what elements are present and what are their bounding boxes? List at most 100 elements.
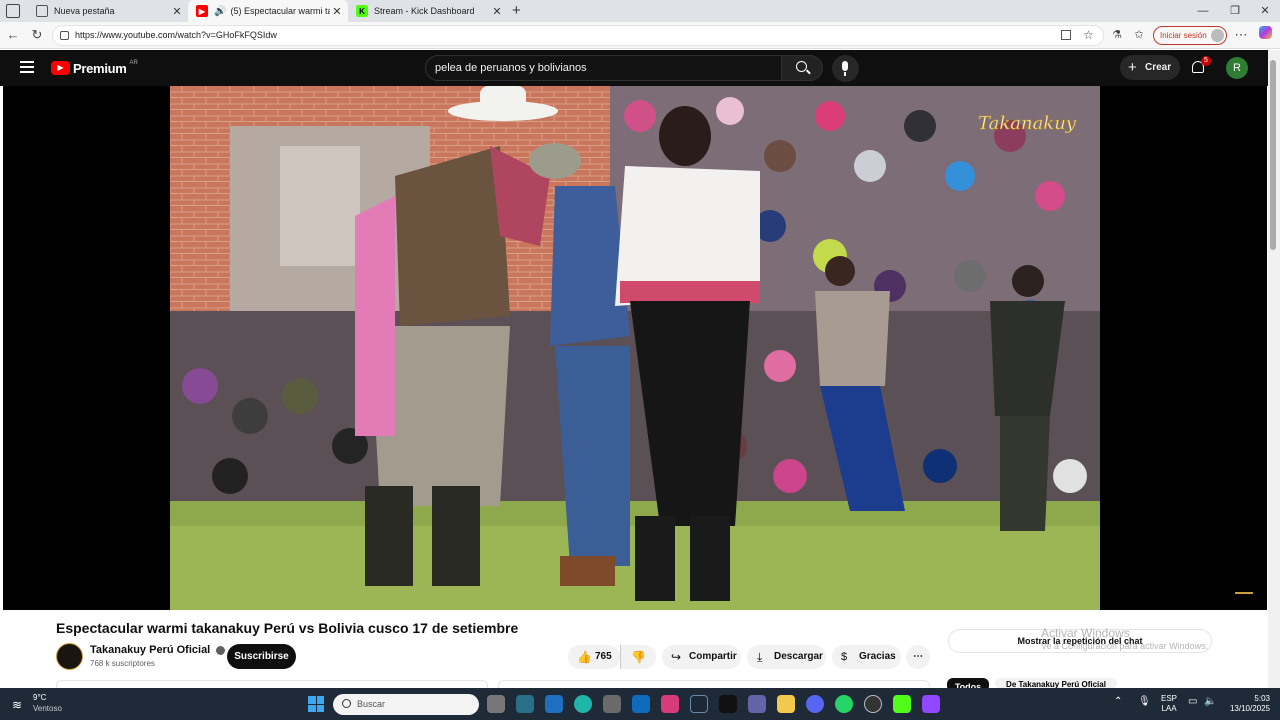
video-frame[interactable]: Takanakuy — [170, 86, 1100, 610]
download-label: Descargar — [774, 651, 823, 662]
page-icon — [36, 5, 48, 17]
notifications-button[interactable]: 5 — [1190, 56, 1211, 77]
back-button[interactable]: ← — [4, 26, 22, 44]
youtube-play-icon: ▶ — [51, 61, 70, 75]
tab-actions-icon[interactable] — [6, 4, 20, 18]
extensions-icon[interactable]: ⚗ — [1108, 26, 1126, 44]
channel-avatar[interactable] — [56, 643, 83, 670]
chip-channel-label: De Takanakuy Perú Oficial — [1006, 680, 1106, 688]
tab-new-tab[interactable]: Nueva pestaña ✕ — [28, 0, 188, 22]
clock-time: 5:03 — [1254, 694, 1270, 703]
page-scrollbar[interactable] — [1268, 50, 1280, 688]
signin-button[interactable]: Iniciar sesión — [1153, 26, 1227, 45]
tab-title: Stream - Kick Dashboard — [374, 6, 475, 16]
taskbar-search[interactable]: Buscar — [333, 694, 479, 715]
minimize-button[interactable]: — — [1186, 0, 1220, 22]
store-icon[interactable] — [603, 695, 621, 713]
like-button[interactable]: 👍 765 — [568, 645, 620, 669]
tab-youtube[interactable]: ▶ 🔊 (5) Espectacular warmi takanakuy Per… — [188, 0, 348, 22]
terminal-icon[interactable] — [516, 695, 534, 713]
url-field[interactable]: https://www.youtube.com/watch?v=GHoFkFQS… — [52, 25, 1104, 46]
audio-icon[interactable]: 🔊 — [214, 6, 226, 17]
clock-date: 13/10/2025 — [1229, 704, 1270, 713]
channel-name-text: Takanakuy Perú Oficial — [90, 644, 211, 656]
edge-icon[interactable] — [574, 695, 592, 713]
more-menu-icon[interactable]: ⋯ — [1232, 26, 1250, 44]
close-icon[interactable]: ✕ — [170, 5, 184, 18]
region-code: AR — [129, 60, 138, 66]
plus-icon: + — [1128, 59, 1137, 76]
close-icon[interactable]: ✕ — [490, 5, 504, 18]
calculator-icon[interactable] — [545, 695, 563, 713]
obs-icon[interactable] — [864, 695, 882, 713]
activation-subtitle: Ve a Configuración para activar Windows. — [1041, 641, 1209, 651]
instagram-icon[interactable] — [661, 695, 679, 713]
tab-title: (5) Espectacular warmi takanakuy Perú vs… — [230, 6, 330, 16]
channel-name[interactable]: Takanakuy Perú Oficial — [90, 644, 226, 656]
search-input[interactable]: pelea de peruanos y bolivianos — [425, 55, 782, 81]
avatar[interactable]: R — [1226, 57, 1248, 79]
thumbs-down-icon: 👎 — [631, 650, 646, 664]
reload-button[interactable]: ↻ — [28, 26, 46, 44]
share-label: Compartir — [689, 651, 737, 662]
channel-watermark-logo-icon — [1235, 580, 1253, 594]
new-tab-button[interactable]: + — [512, 2, 521, 19]
tab-title: Nueva pestaña — [54, 6, 115, 16]
copilot-icon[interactable] — [1256, 26, 1274, 44]
video-player[interactable]: Takanakuy — [3, 86, 1267, 610]
tiktok-icon[interactable] — [719, 695, 737, 713]
close-window-button[interactable]: ✕ — [1248, 0, 1280, 22]
file-explorer-icon[interactable] — [777, 695, 795, 713]
download-button[interactable]: ⤓ Descargar — [747, 645, 826, 669]
activation-watermark: Activar Windows Ve a Configuración para … — [1041, 626, 1208, 651]
whatsapp-icon[interactable] — [835, 695, 853, 713]
restore-button[interactable]: ❐ — [1218, 0, 1252, 22]
description-box-edge — [498, 680, 930, 688]
notification-badge: 5 — [1201, 56, 1211, 66]
close-icon[interactable]: ✕ — [330, 5, 344, 18]
voice-search-button[interactable] — [832, 55, 859, 82]
youtube-icon: ▶ — [196, 5, 208, 17]
site-info-icon[interactable] — [60, 31, 69, 40]
tray-chevron-icon[interactable]: ⌃ — [1114, 696, 1122, 707]
search-placeholder: Buscar — [357, 699, 386, 709]
clock[interactable]: 5:03 13/10/2025 — [1226, 694, 1270, 714]
grid-icon[interactable] — [1061, 30, 1071, 40]
search-button[interactable] — [781, 55, 823, 81]
temperature: 9°C — [33, 693, 47, 702]
windows-taskbar: ≋ 9°C Ventoso Buscar ⌃ 🎙 ESP LAA ▭ 🔈 5:0… — [0, 688, 1280, 720]
thanks-icon: $ — [841, 651, 848, 663]
thanks-button[interactable]: $ Gracias — [832, 645, 901, 669]
scrollbar-thumb[interactable] — [1270, 60, 1276, 250]
favorites-icon[interactable]: ✩ — [1130, 26, 1148, 44]
chip-channel[interactable]: De Takanakuy Perú Oficial — [995, 678, 1117, 688]
language-code: ESP — [1161, 694, 1178, 703]
favorite-star-icon[interactable]: ☆ — [1083, 26, 1094, 45]
share-button[interactable]: ↪ Compartir — [662, 645, 741, 669]
tab-kick[interactable]: K Stream - Kick Dashboard ✕ — [348, 0, 508, 22]
more-actions-button[interactable]: ⋯ — [906, 645, 930, 669]
dislike-button[interactable]: 👎 — [620, 645, 656, 669]
layout-code: LAA — [1161, 704, 1177, 713]
youtube-logo[interactable]: ▶ Premium AR — [51, 60, 138, 76]
twitch-icon[interactable] — [922, 695, 940, 713]
language-indicator[interactable]: ESP LAA — [1161, 694, 1177, 714]
menu-icon[interactable] — [20, 61, 34, 73]
thanks-label: Gracias — [859, 651, 896, 662]
mic-tray-icon[interactable]: 🎙 — [1138, 696, 1151, 707]
volume-icon[interactable]: 🔈 — [1204, 696, 1216, 707]
subscribe-button[interactable]: Suscribirse — [227, 644, 296, 669]
kick-icon: K — [356, 5, 368, 17]
create-button[interactable]: + Crear — [1120, 55, 1180, 80]
url-text: https://www.youtube.com/watch?v=GHoFkFQS… — [75, 30, 277, 40]
kick-icon[interactable] — [893, 695, 911, 713]
youtube-header: ▶ Premium AR pelea de peruanos y bolivia… — [0, 50, 1268, 86]
teams-icon[interactable] — [748, 695, 766, 713]
task-view-icon[interactable] — [487, 695, 505, 713]
start-button[interactable] — [308, 696, 324, 712]
discord-icon[interactable] — [806, 695, 824, 713]
steam-icon[interactable] — [690, 695, 708, 713]
search-icon — [342, 699, 351, 708]
outlook-icon[interactable] — [632, 695, 650, 713]
network-icon[interactable]: ▭ — [1188, 696, 1197, 707]
